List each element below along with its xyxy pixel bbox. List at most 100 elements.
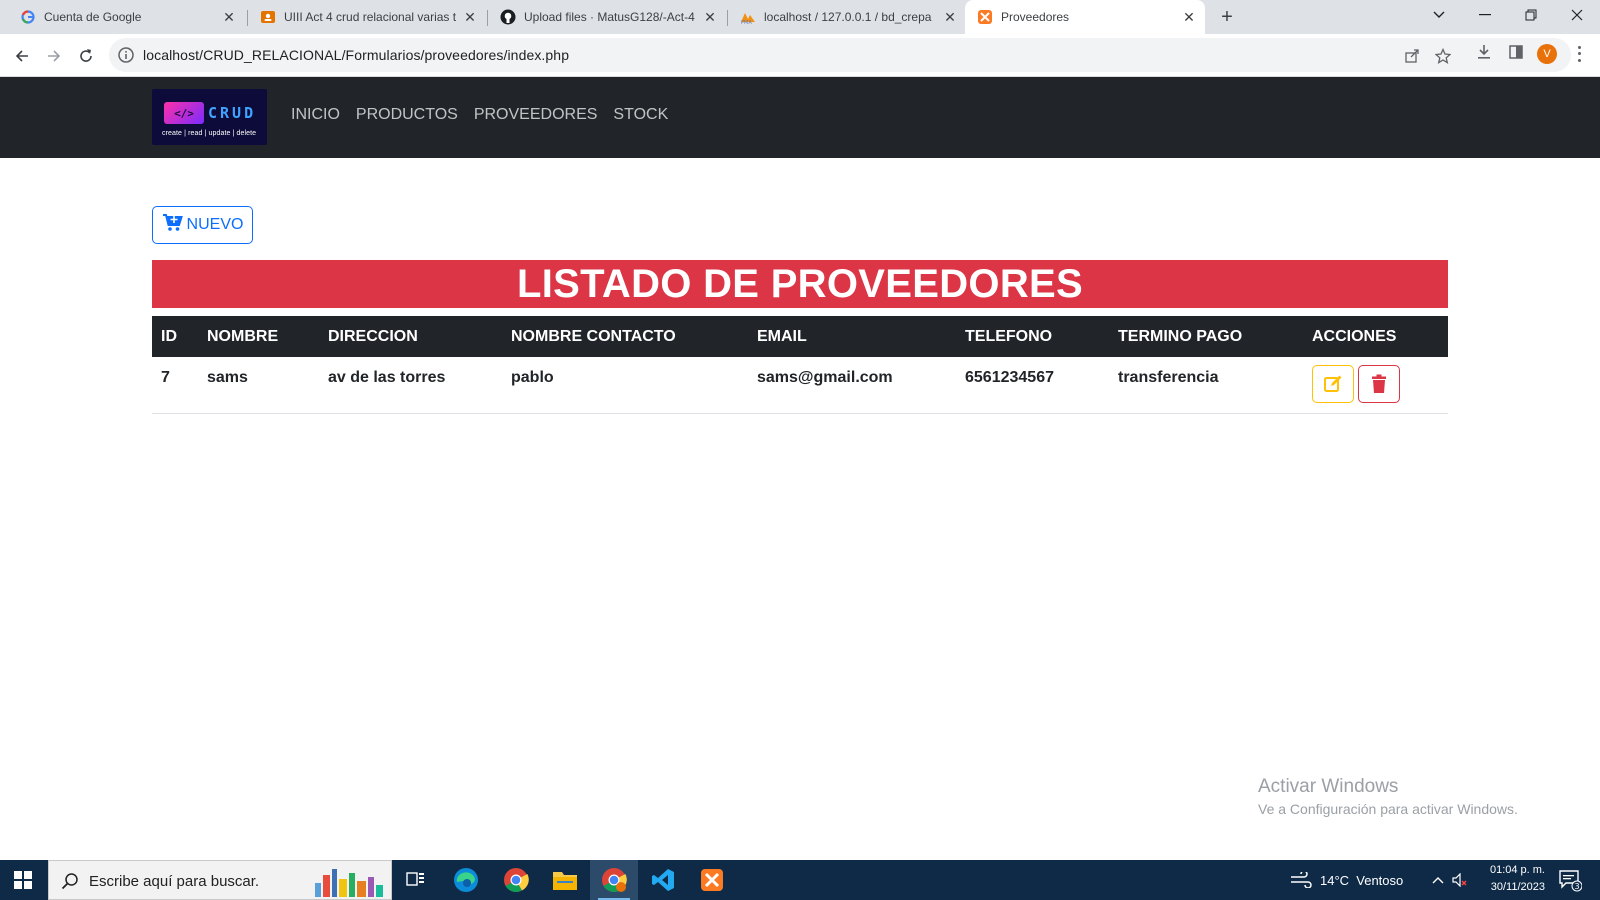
bookmark-star-icon[interactable] (1433, 46, 1453, 66)
tab-google-account[interactable]: Cuenta de Google ✕ (0, 0, 245, 34)
xampp-taskbar-icon[interactable] (688, 860, 736, 900)
restore-button[interactable] (1508, 0, 1554, 30)
cell-id: 7 (152, 357, 198, 414)
cell-acciones (1303, 357, 1448, 414)
system-clock[interactable]: 01:04 p. m. 30/11/2023 (1475, 862, 1545, 896)
browser-menu-icon[interactable] (1576, 44, 1582, 64)
svg-text:PMA: PMA (741, 20, 752, 25)
tab-strip: Cuenta de Google ✕ UIII Act 4 crud relac… (0, 0, 1600, 34)
close-window-button[interactable] (1554, 0, 1600, 30)
back-button[interactable] (8, 42, 36, 70)
google-icon (20, 9, 36, 25)
tab-title: UIII Act 4 crud relacional varias t (284, 10, 456, 24)
watermark-line1: Activar Windows (1258, 776, 1399, 797)
tray-chevron-icon[interactable] (1432, 860, 1444, 900)
cell-termino-pago: transferencia (1109, 357, 1303, 414)
download-icon[interactable] (1474, 42, 1494, 62)
windows-start-icon[interactable] (14, 871, 32, 889)
weather-text: 14°C Ventoso (1320, 872, 1404, 888)
close-tab-icon[interactable]: ✕ (221, 9, 237, 25)
notification-count: 3 (1574, 882, 1579, 891)
tab-title: Proveedores (1001, 10, 1070, 24)
col-termino-pago: TERMINO PAGO (1109, 316, 1303, 357)
new-supplier-button[interactable]: NUEVO (152, 206, 253, 244)
cell-direccion: av de las torres (319, 357, 502, 414)
notification-center-icon[interactable]: 3 (1558, 868, 1583, 892)
tab-github[interactable]: Upload files · MatusG128/-Act-4 ✕ (480, 0, 726, 34)
clock-date: 30/11/2023 (1490, 881, 1545, 893)
tab-proveedores[interactable]: Proveedores ✕ (965, 0, 1205, 34)
taskbar-search-box[interactable]: Escribe aquí para buscar. (48, 860, 392, 900)
delete-button[interactable] (1358, 365, 1400, 403)
share-icon[interactable] (1402, 46, 1422, 66)
tab-classroom[interactable]: UIII Act 4 crud relacional varias t ✕ (240, 0, 486, 34)
city-skyline-icon (313, 865, 385, 897)
col-nombre-contacto: NOMBRE CONTACTO (502, 316, 748, 357)
address-bar[interactable]: localhost/CRUD_RELACIONAL/Formularios/pr… (109, 38, 1571, 72)
chrome-icon[interactable] (492, 860, 540, 900)
side-panel-icon[interactable] (1506, 42, 1526, 62)
suppliers-table: ID NOMBRE DIRECCION NOMBRE CONTACTO EMAI… (152, 316, 1448, 414)
tab-phpmyadmin[interactable]: PMA localhost / 127.0.0.1 / bd_crepa ✕ (720, 0, 966, 34)
site-navbar: </> CRUD create | read | update | delete… (0, 77, 1600, 158)
table-header-row: ID NOMBRE DIRECCION NOMBRE CONTACTO EMAI… (152, 316, 1448, 357)
reload-button[interactable] (72, 42, 100, 70)
edge-icon[interactable] (442, 860, 490, 900)
table-row: 7 sams av de las torres pablo sams@gmail… (152, 357, 1448, 414)
profile-avatar[interactable]: V (1537, 44, 1557, 64)
crud-logo[interactable]: </> CRUD create | read | update | delete (152, 89, 267, 145)
col-direccion: DIRECCION (319, 316, 502, 357)
cell-email: sams@gmail.com (748, 357, 956, 414)
search-placeholder: Escribe aquí para buscar. (89, 873, 260, 890)
col-nombre: NOMBRE (198, 316, 319, 357)
main-nav: INICIO PRODUCTOS PROVEEDORES STOCK (291, 106, 668, 124)
nav-inicio[interactable]: INICIO (291, 106, 340, 124)
classroom-icon (260, 9, 276, 25)
volume-muted-icon[interactable] (1452, 860, 1468, 900)
nav-productos[interactable]: PRODUCTOS (356, 106, 458, 124)
chrome-profile-icon[interactable] (590, 860, 638, 900)
cell-nombre-contacto: pablo (502, 357, 748, 414)
github-icon (500, 9, 516, 25)
nav-stock[interactable]: STOCK (613, 106, 668, 124)
tab-title: localhost / 127.0.0.1 / bd_crepa (764, 10, 932, 24)
close-tab-icon[interactable]: ✕ (942, 9, 958, 25)
cart-plus-icon (162, 213, 184, 238)
watermark-line2: Ve a Configuración para activar Windows. (1258, 801, 1518, 817)
phpmyadmin-icon: PMA (740, 9, 756, 25)
windows-activation-watermark: Activar Windows Ve a Configuración para … (1258, 776, 1518, 817)
forward-button[interactable] (40, 42, 68, 70)
tab-title: Upload files · MatusG128/-Act-4 (524, 10, 695, 24)
col-telefono: TELEFONO (956, 316, 1109, 357)
trash-icon (1372, 374, 1386, 393)
browser-toolbar: localhost/CRUD_RELACIONAL/Formularios/pr… (0, 34, 1600, 77)
task-view-icon[interactable] (392, 860, 440, 900)
tab-title: Cuenta de Google (44, 10, 142, 24)
page-title: LISTADO DE PROVEEDORES (152, 260, 1448, 308)
col-id: ID (152, 316, 198, 357)
close-tab-icon[interactable]: ✕ (462, 9, 478, 25)
nav-proveedores[interactable]: PROVEEDORES (474, 106, 598, 124)
new-tab-button[interactable]: + (1215, 5, 1239, 29)
file-explorer-icon[interactable] (541, 860, 589, 900)
xampp-icon (977, 9, 993, 25)
edit-icon (1324, 375, 1342, 392)
new-button-label: NUEVO (186, 216, 244, 233)
clock-time: 01:04 p. m. (1489, 864, 1545, 876)
search-icon (61, 872, 79, 890)
weather-widget[interactable]: 14°C Ventoso (1290, 860, 1403, 900)
vscode-icon[interactable] (639, 860, 687, 900)
close-tab-icon[interactable]: ✕ (1181, 9, 1197, 25)
logo-tagline: create | read | update | delete (162, 130, 257, 137)
minimize-button[interactable] (1462, 0, 1508, 30)
col-email: EMAIL (748, 316, 956, 357)
edit-button[interactable] (1312, 365, 1354, 403)
logo-word: CRUD (208, 104, 257, 122)
tab-search-icon[interactable] (1416, 0, 1462, 30)
site-info-icon[interactable] (117, 46, 135, 64)
wind-icon (1291, 872, 1312, 888)
cell-telefono: 6561234567 (956, 357, 1109, 414)
url-text[interactable]: localhost/CRUD_RELACIONAL/Formularios/pr… (143, 47, 569, 63)
code-icon: </> (164, 102, 204, 124)
close-tab-icon[interactable]: ✕ (702, 9, 718, 25)
